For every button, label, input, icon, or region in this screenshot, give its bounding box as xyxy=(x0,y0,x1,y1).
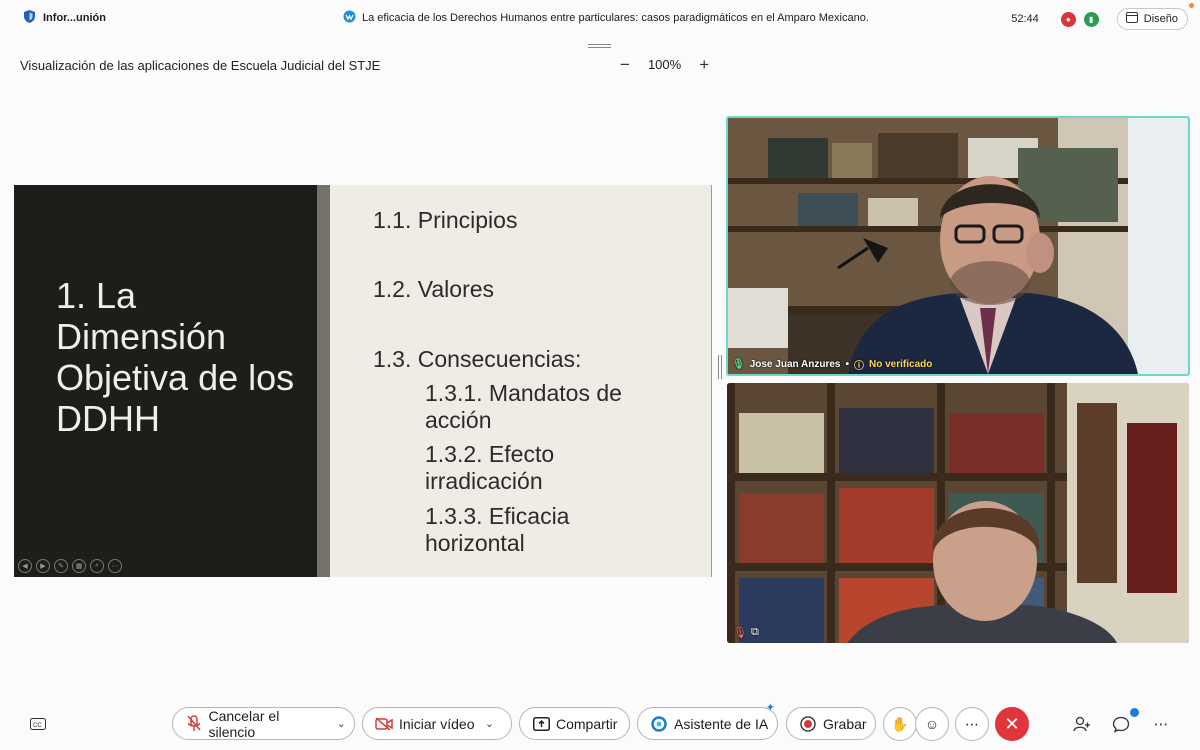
sparkle-icon: ✦ xyxy=(765,702,775,714)
previous-slide-icon[interactable]: ◀ xyxy=(18,559,32,573)
zoom-level: 100% xyxy=(647,57,682,72)
ai-assistant-label: Asistente de IA xyxy=(674,715,769,732)
share-label: Compartir xyxy=(556,715,618,732)
magnify-icon[interactable]: ⌕ xyxy=(90,559,104,573)
layout-label: Diseño xyxy=(1143,13,1178,25)
layout-icon xyxy=(1125,12,1138,26)
raise-hand-button[interactable]: ✋ xyxy=(883,707,917,741)
share-screen-icon xyxy=(532,715,550,733)
slide-subitem: 1.3.3. Eficacia horizontal xyxy=(425,503,570,556)
video-tile-active-speaker[interactable]: 🎙 Jose Juan Anzures • ⓘ No verificado xyxy=(726,116,1190,376)
more-icon: ⋯ xyxy=(965,715,979,732)
shared-slide: 1. La Dimensión Objetiva de los DDHH 1.1… xyxy=(14,185,712,577)
slide-title: 1. La Dimensión Objetiva de los DDHH xyxy=(56,275,295,439)
slide-dark-panel: 1. La Dimensión Objetiva de los DDHH xyxy=(14,185,317,577)
muted-microphone-icon: 🎙 xyxy=(733,627,747,639)
start-video-button[interactable]: Iniciar vídeo ⌄ xyxy=(362,707,512,740)
close-icon: ✕ xyxy=(1004,713,1020,734)
record-icon xyxy=(799,715,817,733)
video-tile-self[interactable]: 🎙 ⧉ xyxy=(727,383,1189,643)
unmute-button[interactable]: Cancelar el silencio ⌄ xyxy=(172,707,355,740)
screen-share-icon: ⧉ xyxy=(750,626,759,638)
slide-controls: ◀ ▶ ✎ ▦ ⌕ ⋯ xyxy=(18,559,122,573)
network-health-icon[interactable]: ▮ xyxy=(1083,11,1099,27)
more-options-icon[interactable]: ⋯ xyxy=(108,559,122,573)
closed-captions-icon[interactable]: CC xyxy=(26,712,50,736)
participant-name-bar: 🎙 Jose Juan Anzures • ⓘ No verificado xyxy=(732,357,932,372)
more-apps-icon[interactable]: ⋯ xyxy=(1149,712,1173,736)
slide-subitem: 1.3.1. Mandatos de acción xyxy=(425,380,622,433)
slide-subitem: 1.3.2. Efecto irradicación xyxy=(425,441,555,494)
slides-icon[interactable]: ▦ xyxy=(72,559,86,573)
zoom-in-button[interactable]: + xyxy=(699,56,709,73)
next-slide-icon[interactable]: ▶ xyxy=(36,559,50,573)
end-call-button[interactable]: ✕ xyxy=(995,707,1029,741)
ai-assistant-icon xyxy=(650,715,668,733)
svg-text:CC: CC xyxy=(33,723,42,729)
participant-status: No verificado xyxy=(869,359,933,370)
participants-icon[interactable] xyxy=(1070,712,1094,736)
emoji-icon: ☺ xyxy=(924,716,940,732)
meeting-title: La eficacia de los Derechos Humanos entr… xyxy=(343,10,869,26)
meeting-title-text: La eficacia de los Derechos Humanos entr… xyxy=(362,12,869,24)
meeting-info[interactable]: Infor...unión xyxy=(24,10,106,26)
chat-notification-dot xyxy=(1130,708,1139,717)
chat-icon[interactable] xyxy=(1109,708,1139,736)
self-tile-icons: 🎙 ⧉ xyxy=(733,626,759,639)
record-button[interactable]: Grabar xyxy=(786,707,876,740)
separator-dot: • xyxy=(845,359,849,370)
muted-microphone-icon xyxy=(185,715,203,733)
titlebar-right: 52:44 ● ▮ Diseño xyxy=(1011,8,1188,30)
unverified-icon: ⓘ xyxy=(854,361,864,372)
start-video-label: Iniciar vídeo xyxy=(399,715,475,732)
slide-item: 1.1. Principios xyxy=(373,207,518,233)
zoom-controls: − 100% + xyxy=(620,56,709,73)
unmute-label: Cancelar el silencio xyxy=(208,707,280,740)
chevron-down-icon[interactable]: ⌄ xyxy=(480,717,498,730)
shield-icon xyxy=(24,10,35,26)
slide-edge xyxy=(711,185,712,577)
panel-resize-handle[interactable] xyxy=(718,355,722,379)
participant-video-feed xyxy=(728,118,1188,374)
meeting-info-label: Infor...unión xyxy=(43,12,106,24)
participant-name: Jose Juan Anzures xyxy=(749,359,841,370)
zoom-out-button[interactable]: − xyxy=(620,56,630,73)
ai-assistant-button[interactable]: Asistente de IA ✦ xyxy=(637,702,778,740)
title-bar: Infor...unión La eficacia de los Derecho… xyxy=(0,0,1200,36)
share-button[interactable]: Compartir xyxy=(519,707,630,740)
pen-icon[interactable]: ✎ xyxy=(54,559,68,573)
slide-item: 1.2. Valores xyxy=(373,276,495,302)
layout-button[interactable]: Diseño xyxy=(1116,8,1188,30)
record-label: Grabar xyxy=(823,715,867,732)
slide-divider-bar xyxy=(317,185,330,577)
meeting-timer: 52:44 xyxy=(1011,13,1039,25)
slide-item: 1.3. Consecuencias: xyxy=(373,346,582,372)
recording-indicator-icon[interactable]: ● xyxy=(1060,11,1076,27)
microphone-icon: 🎙 xyxy=(732,359,745,370)
reactions-button[interactable]: ☺ xyxy=(915,707,949,741)
notification-dot xyxy=(1189,3,1194,8)
chevron-down-icon[interactable]: ⌄ xyxy=(333,717,351,730)
hand-icon: ✋ xyxy=(891,715,909,732)
video-off-icon xyxy=(375,715,393,733)
shared-content-title: Visualización de las aplicaciones de Esc… xyxy=(20,58,381,73)
drag-handle[interactable] xyxy=(588,44,611,48)
webex-icon xyxy=(343,10,356,26)
more-options-button[interactable]: ⋯ xyxy=(955,707,989,741)
self-video-feed xyxy=(727,383,1189,643)
